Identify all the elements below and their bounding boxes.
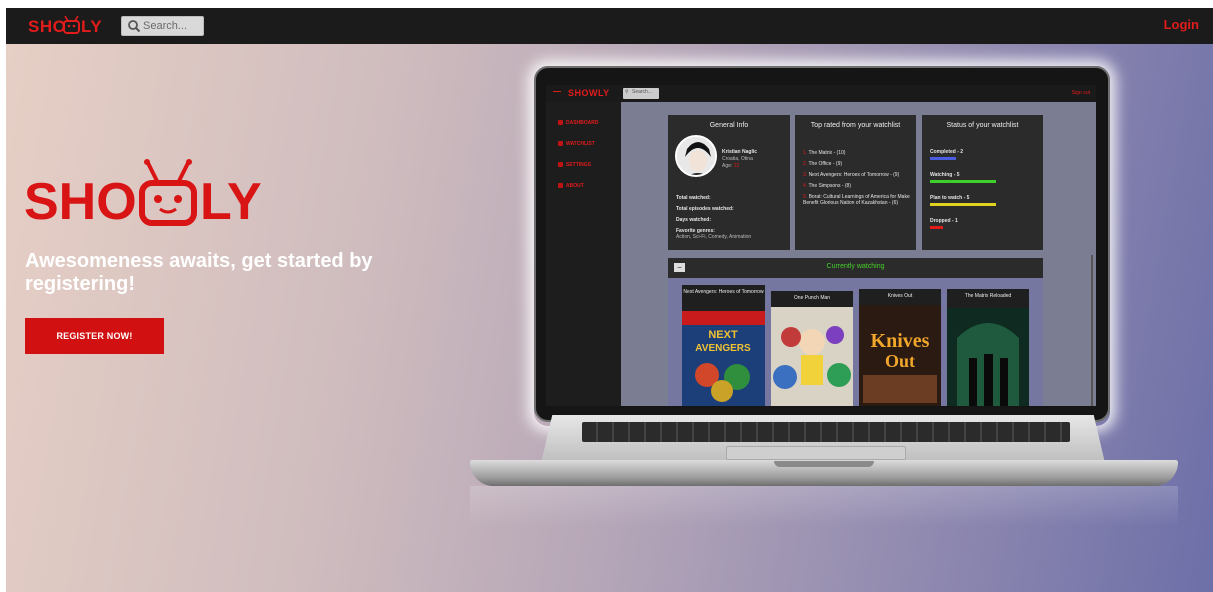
poster-card: One Punch Man: [771, 291, 853, 406]
total-episodes: Total episodes watched:: [676, 206, 734, 212]
preview-navbar: SHOWLY ⚲ Search... Sign out: [546, 85, 1096, 102]
top-navbar: SHO LY Login: [6, 8, 1213, 44]
top-rated-text: Next Avengers: Heroes of Tomorrow - (9): [808, 172, 900, 178]
poster-image: [771, 307, 853, 406]
page-frame: SHO LY Login SHO: [6, 8, 1213, 592]
age-label: Age:: [722, 163, 733, 169]
laptop-reflection: [470, 486, 1178, 526]
age-value: 22: [733, 163, 740, 169]
status-bar-plan-to-watch: [930, 203, 996, 206]
top-rated-card: Top rated from your watchlist 1. The Mat…: [795, 115, 916, 250]
laptop-notch: [774, 461, 874, 467]
dashboard-icon: [558, 120, 563, 126]
general-info-title: General Info: [709, 122, 749, 129]
top-rated-item: 3. Next Avengers: Heroes of Tomorrow - (…: [803, 172, 899, 178]
preview-sidebar: DASHBOARD WATCHLIST SETTINGS ABOUT: [546, 102, 621, 406]
svg-text:AVENGERS: AVENGERS: [695, 343, 751, 354]
showly-tv-logo-icon: SHO LY: [24, 159, 262, 231]
laptop-keyboard: [582, 422, 1070, 442]
top-rated-item: 5. Borat: Cultural Learnings of America …: [803, 194, 913, 206]
preview-search-placeholder: Search...: [632, 89, 653, 95]
svg-text:Out: Out: [885, 351, 915, 371]
logo-wordmark-icon: SHO LY: [28, 15, 102, 36]
search-icon: [128, 20, 141, 33]
preview-sidebar-dashboard: DASHBOARD: [558, 120, 599, 126]
poster-card: Knives Out Knives Out: [859, 289, 941, 406]
poster-title: One Punch Man: [793, 295, 831, 301]
hero-logo: SHO LY: [24, 157, 284, 231]
svg-text:LY: LY: [81, 17, 102, 36]
bullet: 1.: [803, 150, 808, 156]
preview-sidebar-label: SETTINGS: [566, 162, 592, 168]
watchlist-icon: [558, 141, 563, 147]
preview-menu-icon: [553, 91, 561, 92]
preview-search: ⚲ Search...: [623, 88, 659, 99]
hero-heading: Awesomeness awaits, get started by regis…: [25, 250, 373, 295]
preview-login: Sign out: [1071, 90, 1090, 96]
status-bar-completed: [930, 157, 956, 160]
status-title: Status of your watchlist: [946, 122, 1019, 129]
svg-text:NEXT: NEXT: [708, 329, 738, 341]
top-rated-text: The Simpsons - (8): [808, 183, 851, 189]
total-watched: Total watched:: [676, 195, 711, 201]
top-rated-text: The Matrix - (10): [808, 150, 846, 156]
search-box[interactable]: [121, 16, 204, 36]
currently-watching-title: Currently watching: [826, 263, 885, 270]
currently-watching-header: − Currently watching: [668, 258, 1043, 278]
search-input[interactable]: [143, 18, 201, 34]
site-logo[interactable]: SHO LY: [28, 15, 112, 37]
status-label: Dropped - 1: [930, 218, 958, 224]
top-rated-item: 1. The Matrix - (10): [803, 150, 845, 156]
top-rated-item: 4. The Simpsons - (8): [803, 183, 851, 189]
preview-logo: SHOWLY: [568, 88, 610, 98]
preview-sidebar-label: WATCHLIST: [566, 141, 595, 147]
preview-sidebar-label: ABOUT: [566, 183, 584, 189]
register-now-button[interactable]: REGISTER NOW!: [25, 318, 164, 354]
avatar: [675, 135, 717, 177]
preview-scrollbar: [1091, 255, 1093, 406]
poster-image: NEXT AVENGERS: [682, 311, 765, 406]
bullet: 3.: [803, 172, 808, 178]
top-rated-title: Top rated from your watchlist: [810, 122, 901, 129]
status-label: Plan to watch - 5: [930, 195, 970, 201]
settings-icon: [558, 162, 563, 168]
favorite-genres: Action, Sci-Fi, Comedy, Animation: [676, 234, 752, 240]
svg-text:SHO: SHO: [24, 173, 137, 229]
preview-sidebar-label: DASHBOARD: [566, 120, 599, 126]
status-label: Completed - 2: [930, 149, 964, 155]
status-bar-watching: [930, 180, 996, 183]
poster-title: The Matrix Reloaded: [964, 293, 1012, 299]
top-rated-item: 2. The Office - (9): [803, 161, 842, 167]
top-rated-text: Borat: Cultural Learnings of America for…: [803, 194, 910, 206]
svg-text:LY: LY: [200, 173, 262, 229]
profile-name: Kristian Naglic: [722, 149, 758, 155]
watchlist-status-card: Status of your watchlist Completed - 2 W…: [922, 115, 1043, 250]
top-rated-text: The Office - (9): [808, 161, 843, 167]
laptop-screen-preview: SHOWLY ⚲ Search... Sign out DASHBOARD WA…: [546, 85, 1096, 406]
poster-card: Next Avengers: Heroes of Tomorrow NEXT A…: [682, 285, 765, 406]
bullet: 2.: [803, 161, 808, 167]
svg-text:SHO: SHO: [28, 17, 66, 36]
profile-location: Croatia, Otina: [722, 156, 753, 162]
preview-sidebar-about: ABOUT: [558, 183, 584, 189]
poster-title: Knives Out: [887, 293, 913, 299]
login-link[interactable]: Login: [1164, 17, 1199, 32]
about-icon: [558, 183, 563, 189]
laptop-trackpad: [726, 446, 906, 460]
status-bar-dropped: [930, 226, 943, 229]
preview-sidebar-settings: SETTINGS: [558, 162, 591, 168]
preview-sidebar-watchlist: WATCHLIST: [558, 141, 595, 147]
general-info-card: General Info Kristian Naglic Croatia, Ot…: [668, 115, 790, 250]
bullet: 4.: [803, 183, 808, 189]
poster-title: Next Avengers: Heroes of Tomorrow: [683, 289, 764, 295]
poster-image: [947, 308, 1029, 406]
profile-age: Age: 22: [722, 163, 739, 169]
status-label: Watching - 5: [930, 172, 960, 178]
svg-text:Knives: Knives: [871, 330, 930, 352]
poster-card: The Matrix Reloaded: [947, 289, 1029, 406]
days-watched: Days watched:: [676, 217, 712, 223]
avatar-image: [677, 137, 715, 175]
poster-image: Knives Out: [859, 305, 941, 406]
preview-search-icon: ⚲: [625, 89, 629, 95]
